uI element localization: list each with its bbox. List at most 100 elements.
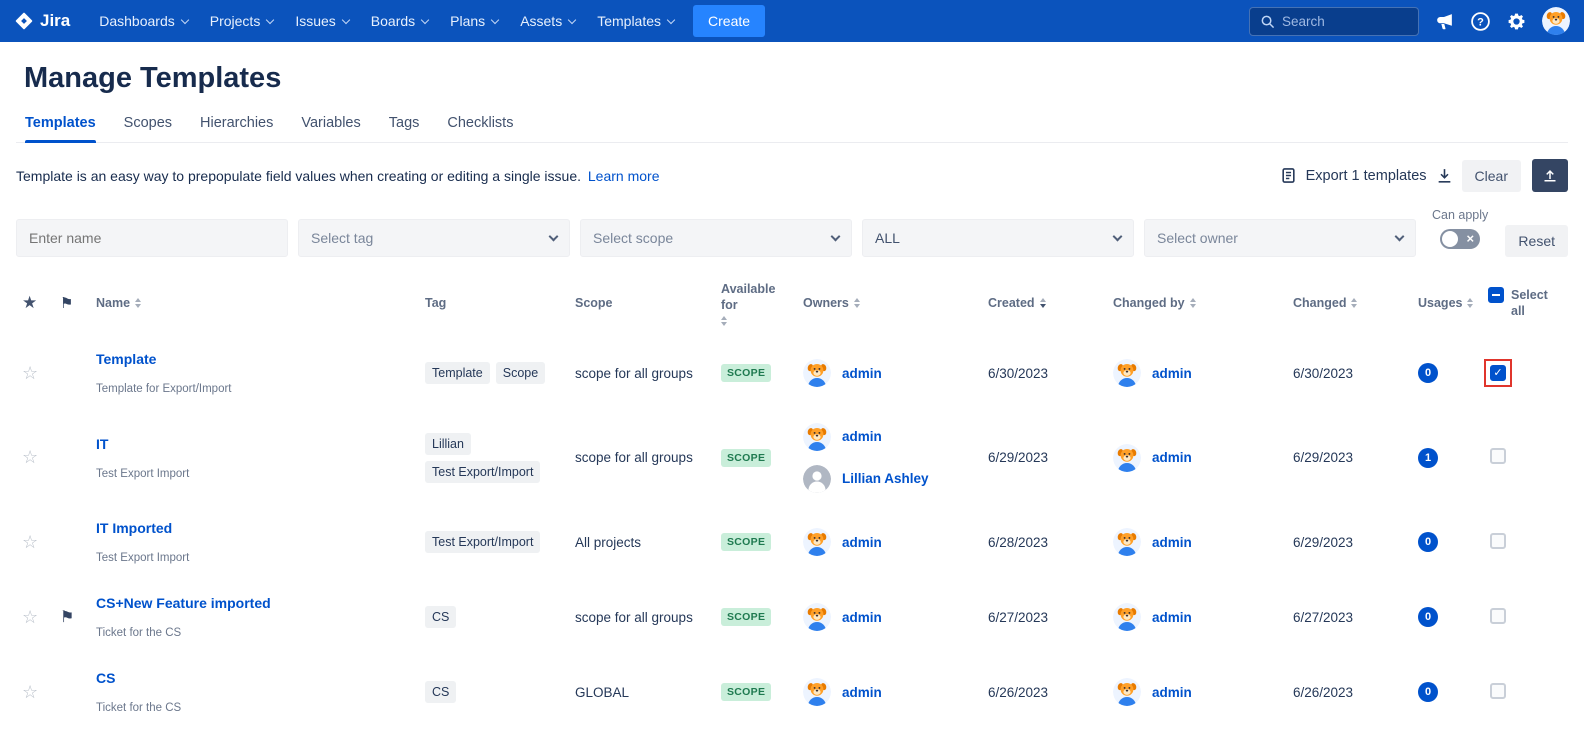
tag-chip[interactable]: CS bbox=[425, 606, 456, 628]
download-icon[interactable] bbox=[1436, 167, 1453, 184]
star-header-icon[interactable]: ★ bbox=[16, 292, 37, 314]
tag-chip[interactable]: Test Export/Import bbox=[425, 531, 540, 553]
sort-icon[interactable] bbox=[1190, 298, 1196, 308]
scope-cell: GLOBAL bbox=[575, 748, 721, 753]
changed-date: 6/29/2023 bbox=[1293, 438, 1418, 477]
sort-icon[interactable] bbox=[1040, 298, 1046, 308]
share-export-button[interactable] bbox=[1532, 159, 1568, 192]
owner-link[interactable]: admin bbox=[842, 366, 882, 381]
star-icon[interactable]: ☆ bbox=[22, 682, 38, 702]
nav-item-boards[interactable]: Boards bbox=[360, 7, 439, 35]
created-date: 6/28/2023 bbox=[988, 523, 1113, 562]
changed-by-entry: admin bbox=[1113, 678, 1283, 706]
tag-chip[interactable]: Test Export/Import bbox=[425, 461, 540, 483]
search-input[interactable] bbox=[1282, 14, 1408, 29]
changed-by-link[interactable]: admin bbox=[1152, 610, 1192, 625]
nav-item-label: Plans bbox=[450, 13, 485, 29]
changed-date: 6/30/2023 bbox=[1293, 354, 1418, 393]
row-checkbox[interactable] bbox=[1490, 533, 1506, 549]
column-label: Tag bbox=[425, 295, 446, 311]
scope-filter-select[interactable]: Select scope bbox=[580, 219, 852, 257]
row-checkbox[interactable] bbox=[1490, 608, 1506, 624]
row-checkbox[interactable] bbox=[1490, 365, 1506, 381]
star-icon[interactable]: ☆ bbox=[22, 532, 38, 552]
chevron-down-icon bbox=[549, 231, 559, 241]
star-icon[interactable]: ☆ bbox=[22, 607, 38, 627]
template-name-link[interactable]: Template bbox=[96, 351, 156, 367]
changed-by-link[interactable]: admin bbox=[1152, 685, 1192, 700]
chevron-down-icon bbox=[181, 15, 189, 23]
changed-by-entry: admin bbox=[1113, 444, 1283, 472]
tag-chip[interactable]: Scope bbox=[496, 362, 545, 384]
owner-link[interactable]: admin bbox=[842, 685, 882, 700]
learn-more-link[interactable]: Learn more bbox=[588, 168, 660, 184]
sort-icon[interactable] bbox=[1351, 298, 1357, 308]
nav-item-plans[interactable]: Plans bbox=[439, 7, 509, 35]
template-name-link[interactable]: IT bbox=[96, 436, 108, 452]
owner-link[interactable]: admin bbox=[842, 535, 882, 550]
announcements-megaphone-icon[interactable] bbox=[1434, 11, 1455, 32]
can-apply-toggle[interactable]: × bbox=[1440, 229, 1480, 249]
tag-filter-select[interactable]: Select tag bbox=[298, 219, 570, 257]
tab-tags[interactable]: Tags bbox=[389, 105, 420, 142]
nav-item-assets[interactable]: Assets bbox=[509, 7, 586, 35]
jira-logo[interactable]: Jira bbox=[14, 11, 70, 31]
nav-item-dashboards[interactable]: Dashboards bbox=[88, 7, 199, 35]
global-search[interactable] bbox=[1249, 7, 1419, 36]
template-name-link[interactable]: CS bbox=[96, 670, 115, 686]
column-label: Name bbox=[96, 295, 130, 311]
create-button[interactable]: Create bbox=[693, 5, 765, 37]
owner-entry: admin bbox=[803, 359, 978, 387]
sort-icon[interactable] bbox=[854, 298, 860, 308]
upload-icon bbox=[1542, 168, 1558, 184]
name-filter-input[interactable] bbox=[16, 219, 288, 257]
tab-scopes[interactable]: Scopes bbox=[124, 105, 172, 142]
sort-icon[interactable] bbox=[1467, 298, 1473, 308]
sort-icon[interactable] bbox=[721, 316, 727, 326]
nav-item-projects[interactable]: Projects bbox=[199, 7, 285, 35]
chevron-down-icon bbox=[491, 15, 499, 23]
tab-checklists[interactable]: Checklists bbox=[447, 105, 513, 142]
tag-chip[interactable]: Template bbox=[425, 362, 490, 384]
export-toolbar: Export 1 templates Clear bbox=[1280, 159, 1568, 192]
help-icon[interactable]: ? bbox=[1470, 11, 1491, 32]
tab-templates[interactable]: Templates bbox=[25, 105, 96, 142]
tag-chip[interactable]: Lillian bbox=[425, 433, 471, 455]
reset-button[interactable]: Reset bbox=[1505, 225, 1568, 257]
tab-variables[interactable]: Variables bbox=[301, 105, 360, 142]
tag-chip[interactable]: CS bbox=[425, 681, 456, 703]
changed-by-link[interactable]: admin bbox=[1152, 366, 1192, 381]
changed-by-link[interactable]: admin bbox=[1152, 450, 1192, 465]
nav-item-issues[interactable]: Issues bbox=[284, 7, 359, 35]
template-description: Test Export Import bbox=[96, 552, 415, 564]
template-name-link[interactable]: CS+New Feature imported bbox=[96, 595, 271, 611]
template-description: Ticket for the CS bbox=[96, 627, 415, 639]
nav-item-templates[interactable]: Templates bbox=[586, 7, 685, 35]
toggle-off-icon: × bbox=[1467, 230, 1475, 248]
project-filter-select[interactable]: ALL bbox=[862, 219, 1134, 257]
tab-hierarchies[interactable]: Hierarchies bbox=[200, 105, 273, 142]
select-all-checkbox[interactable] bbox=[1488, 287, 1504, 303]
changed-by-entry: admin bbox=[1113, 528, 1283, 556]
owner-link[interactable]: admin bbox=[842, 429, 882, 444]
owner-link[interactable]: Lillian Ashley bbox=[842, 471, 929, 486]
owner-link[interactable]: admin bbox=[842, 610, 882, 625]
star-icon[interactable]: ☆ bbox=[22, 363, 38, 383]
clear-button[interactable]: Clear bbox=[1462, 160, 1521, 192]
sort-icon[interactable] bbox=[135, 298, 141, 308]
column-label: Created bbox=[988, 295, 1035, 311]
row-checkbox[interactable] bbox=[1490, 683, 1506, 699]
select-all-label: Select all bbox=[1511, 287, 1551, 320]
dog-avatar bbox=[1113, 603, 1141, 631]
owner-filter-select[interactable]: Select owner bbox=[1144, 219, 1416, 257]
star-icon[interactable]: ☆ bbox=[22, 447, 38, 467]
changed-date: 6/27/2023 bbox=[1293, 598, 1418, 637]
user-avatar[interactable] bbox=[1542, 7, 1570, 35]
changed-by-link[interactable]: admin bbox=[1152, 535, 1192, 550]
flag-header-icon[interactable]: ⚑ bbox=[60, 294, 73, 314]
template-name-link[interactable]: IT Imported bbox=[96, 520, 172, 536]
column-header-owners: Owners bbox=[803, 295, 988, 311]
row-checkbox[interactable] bbox=[1490, 448, 1506, 464]
settings-gear-icon[interactable] bbox=[1506, 11, 1527, 32]
available-for-badge: SCOPE bbox=[721, 364, 771, 382]
